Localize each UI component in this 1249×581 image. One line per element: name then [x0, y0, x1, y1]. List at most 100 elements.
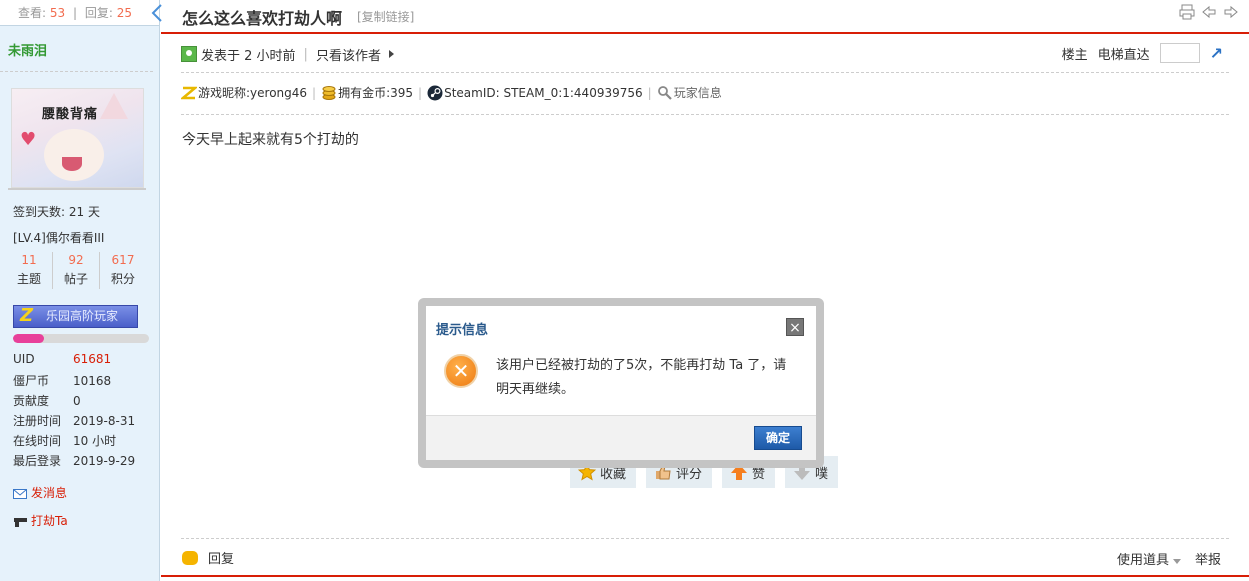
magnifier-icon — [657, 85, 673, 101]
field-value: 0 — [73, 394, 81, 408]
thread-stats: 查看: 53 | 回复: 25 — [0, 0, 159, 26]
field-value: 2019-8-31 — [73, 414, 136, 428]
avatar-caption: 腰酸背痛 — [42, 107, 99, 122]
field-uid: UID 61681 — [13, 352, 111, 366]
field-key: 注册时间 — [13, 414, 62, 428]
field-online-time: 在线时间 10 小时 — [13, 432, 116, 449]
caret-down-icon — [1172, 559, 1181, 564]
count-value: 92 — [68, 253, 84, 267]
use-item-menu[interactable]: 使用道具 — [1117, 549, 1181, 568]
gold-coins-icon — [321, 85, 337, 101]
envelope-icon — [13, 488, 27, 499]
field-key: 最后登录 — [13, 454, 62, 468]
game-nickname: 游戏昵称:yerong46 — [198, 86, 308, 100]
field-register-time: 注册时间 2019-8-31 — [13, 412, 135, 429]
avatar[interactable]: ♥ 腰酸背痛 — [11, 88, 144, 188]
game-info: 游戏昵称:yerong46 | 拥有金币:395 | SteamID: STEA… — [179, 84, 722, 101]
steam-id: SteamID: STEAM_0:1:440939756 — [444, 85, 643, 100]
post-bottom-border — [161, 575, 1249, 577]
player-info-link[interactable]: 玩家信息 — [674, 84, 722, 101]
post-meta: 发表于 2 小时前 | 只看该作者 — [181, 44, 394, 64]
thread-header: 怎么这么喜欢打劫人啊 [复制链接] — [151, 0, 1249, 34]
thread-title[interactable]: 怎么这么喜欢打劫人啊 — [182, 5, 342, 29]
count-posts[interactable]: 92 帖子 — [53, 252, 100, 289]
gold-amount: 拥有金币:395 — [338, 86, 414, 100]
use-item-label: 使用道具 — [1116, 553, 1169, 568]
count-points[interactable]: 617 积分 — [100, 252, 146, 289]
count-label: 帖子 — [63, 272, 88, 286]
close-icon[interactable]: × — [786, 318, 804, 336]
copy-link-button[interactable]: [复制链接] — [357, 8, 414, 25]
floor-number-input[interactable] — [1159, 43, 1200, 63]
floor-nav: 楼主 电梯直达 ↗ — [1062, 43, 1223, 63]
pistol-icon — [13, 516, 27, 527]
dialog-message: 该用户已经被打劫的了5次，不能再打劫 Ta 了，请明天再继续。 — [496, 358, 787, 397]
online-user-icon — [181, 46, 197, 62]
speech-bubble-icon — [182, 550, 198, 565]
avatar-face-shape — [44, 129, 104, 181]
replies-count: 25 — [116, 6, 133, 20]
level-progress-bar — [13, 334, 149, 343]
views-label: 查看: — [18, 6, 47, 20]
jump-floor-icon[interactable]: ↗ — [1210, 44, 1223, 63]
avatar-mouth-shape — [62, 157, 82, 171]
rob-user-link[interactable]: 打劫Ta — [13, 512, 68, 529]
post-content: 今天早上起来就有5个打劫的 — [182, 132, 359, 148]
field-value: 2019-9-29 — [73, 454, 136, 468]
divider — [181, 538, 1229, 539]
checkin-days: 签到天数: 21 天 — [13, 205, 100, 219]
meta-divider: | — [303, 46, 308, 62]
count-value: 617 — [111, 253, 135, 267]
post-footer-tools: 使用道具 举报 — [1117, 549, 1221, 568]
dialog-title: 提示信息 — [436, 323, 489, 338]
heart-icon: ♥ — [20, 129, 37, 150]
stats-divider: | — [72, 6, 78, 20]
avatar-ear-shape — [100, 93, 128, 119]
send-message-label: 发消息 — [31, 486, 68, 500]
next-thread-icon[interactable] — [1223, 4, 1239, 20]
field-last-login: 最后登录 2019-9-29 — [13, 452, 135, 469]
divider — [181, 114, 1229, 115]
reply-label: 回复 — [208, 552, 235, 567]
user-group-badge: Z 乐园高阶玩家 — [13, 305, 138, 328]
print-icon[interactable] — [1179, 4, 1195, 20]
views-count: 53 — [49, 6, 66, 20]
divider — [181, 72, 1229, 73]
alert-dialog-frame: 提示信息 × ✕ 该用户已经被打劫的了5次，不能再打劫 Ta 了，请明天再继续。… — [418, 298, 824, 468]
error-icon: ✕ — [444, 354, 478, 388]
user-counts: 11 主题 92 帖子 617 积分 — [6, 252, 146, 289]
z-logo-icon: Z — [20, 305, 34, 326]
z-game-icon — [179, 85, 199, 101]
triangle-right-icon — [388, 50, 394, 58]
level-progress-fill — [13, 334, 45, 343]
meta-divider: | — [418, 85, 423, 100]
prev-thread-icon[interactable] — [1201, 4, 1217, 20]
field-value: 10 小时 — [73, 434, 117, 448]
field-key: 僵尸币 — [13, 374, 50, 388]
floor-owner-label: 楼主 — [1061, 47, 1088, 63]
user-level[interactable]: [LV.4]偶尔看看III — [13, 229, 104, 246]
count-threads[interactable]: 11 主题 — [6, 252, 53, 289]
only-author-link[interactable]: 只看该作者 — [316, 45, 381, 64]
field-key: UID — [13, 352, 35, 366]
confirm-button[interactable]: 确定 — [754, 426, 802, 450]
count-label: 主题 — [16, 272, 41, 286]
send-message-link[interactable]: 发消息 — [13, 484, 67, 501]
author-sidebar: 查看: 53 | 回复: 25 未雨泪 ♥ 腰酸背痛 签到天数: 21 天 [L… — [0, 0, 160, 581]
avatar-shadow — [8, 188, 146, 190]
user-group-label: 乐园高阶玩家 — [46, 309, 119, 323]
steam-icon — [427, 85, 443, 101]
count-value: 11 — [21, 253, 37, 267]
report-link[interactable]: 举报 — [1195, 549, 1221, 568]
reply-button[interactable]: 回复 — [182, 548, 234, 567]
rob-user-label: 打劫Ta — [31, 514, 68, 528]
replies-label: 回复: — [84, 6, 113, 20]
posted-time: 发表于 2 小时前 — [201, 48, 296, 64]
field-value[interactable]: 61681 — [73, 352, 111, 366]
elevator-label: 电梯直达 — [1097, 47, 1150, 63]
count-label: 积分 — [110, 272, 135, 286]
dialog-footer: 确定 — [426, 415, 816, 460]
author-name[interactable]: 未雨泪 — [0, 26, 153, 72]
alert-dialog: 提示信息 × ✕ 该用户已经被打劫的了5次，不能再打劫 Ta 了，请明天再继续。… — [426, 306, 816, 460]
meta-divider: | — [647, 85, 652, 100]
